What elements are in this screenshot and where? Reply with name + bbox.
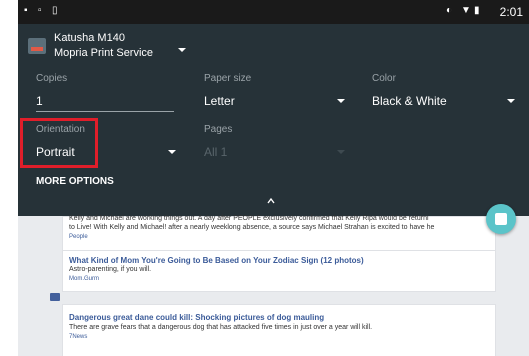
copies-input[interactable]: 1 bbox=[36, 94, 43, 108]
paper-size-label: Paper size bbox=[204, 73, 252, 84]
story-source[interactable]: Mom.Gurm bbox=[69, 276, 99, 282]
story-photos-count: (12 photos) bbox=[320, 256, 364, 265]
color-dropdown-icon[interactable] bbox=[507, 99, 515, 103]
left-margin bbox=[0, 0, 19, 356]
printer-name[interactable]: Katusha M140 bbox=[54, 32, 125, 44]
color-label: Color bbox=[372, 73, 396, 84]
print-settings-panel: Katusha M140 Mopria Print Service Copies… bbox=[18, 24, 529, 216]
copies-underline bbox=[36, 111, 174, 112]
orientation-dropdown-icon[interactable] bbox=[168, 150, 176, 154]
photo-icon bbox=[50, 293, 60, 301]
printer-service: Mopria Print Service bbox=[54, 47, 154, 59]
story-card[interactable]: Kelly and Michael are working things out… bbox=[62, 215, 496, 252]
print-icon bbox=[495, 213, 507, 225]
more-options-button[interactable]: MORE OPTIONS bbox=[36, 176, 114, 187]
story-title[interactable]: What Kind of Mom You're Going to Be Base… bbox=[69, 256, 364, 265]
story-description: Kelly and Michael are working things out… bbox=[69, 215, 429, 222]
print-fab-button[interactable] bbox=[486, 204, 516, 234]
printer-logo-icon bbox=[28, 38, 46, 54]
status-bar: ▪ ▫ ▯ ◐ ▼ ▮ 2:01 bbox=[18, 0, 529, 24]
news-feed: Kelly and Michael are working things out… bbox=[18, 215, 529, 356]
paper-size-select[interactable]: Letter bbox=[204, 94, 235, 108]
chevron-up-icon[interactable] bbox=[267, 197, 275, 205]
screenshot-icon: ▯ bbox=[52, 5, 58, 16]
copies-label: Copies bbox=[36, 73, 68, 84]
story-title[interactable]: Dangerous great dane could kill: Shockin… bbox=[69, 313, 324, 322]
story-source[interactable]: People bbox=[69, 234, 88, 240]
story-card[interactable]: Dangerous great dane could kill: Shockin… bbox=[62, 304, 496, 356]
device-screen: ▪ ▫ ▯ ◐ ▼ ▮ 2:01 Katusha M140 Mopria Pri… bbox=[18, 0, 529, 356]
printer-dropdown-icon[interactable] bbox=[178, 48, 186, 52]
story-description: There are grave fears that a dangerous d… bbox=[69, 324, 373, 331]
story-description: to Live! With Kelly and Michael! after a… bbox=[69, 224, 435, 231]
wifi-icon: ▼ bbox=[461, 5, 471, 16]
notification-icon: ▪ bbox=[24, 5, 28, 16]
pages-select: All 1 bbox=[204, 145, 228, 159]
orientation-highlight bbox=[20, 118, 98, 168]
vibrate-icon: ◐ bbox=[446, 5, 453, 16]
media-icon: ▫ bbox=[38, 5, 42, 16]
pages-label: Pages bbox=[204, 124, 233, 135]
story-description: Astro-parenting, if you will. bbox=[69, 266, 152, 273]
color-select[interactable]: Black & White bbox=[372, 94, 447, 108]
story-title-text[interactable]: What Kind of Mom You're Going to Be Base… bbox=[69, 256, 318, 265]
story-card[interactable]: What Kind of Mom You're Going to Be Base… bbox=[62, 250, 496, 292]
status-time: 2:01 bbox=[499, 5, 523, 19]
story-source[interactable]: 7News bbox=[69, 334, 87, 340]
pages-dropdown-icon bbox=[337, 150, 345, 154]
paper-size-dropdown-icon[interactable] bbox=[337, 99, 345, 103]
battery-icon: ▮ bbox=[474, 5, 480, 16]
